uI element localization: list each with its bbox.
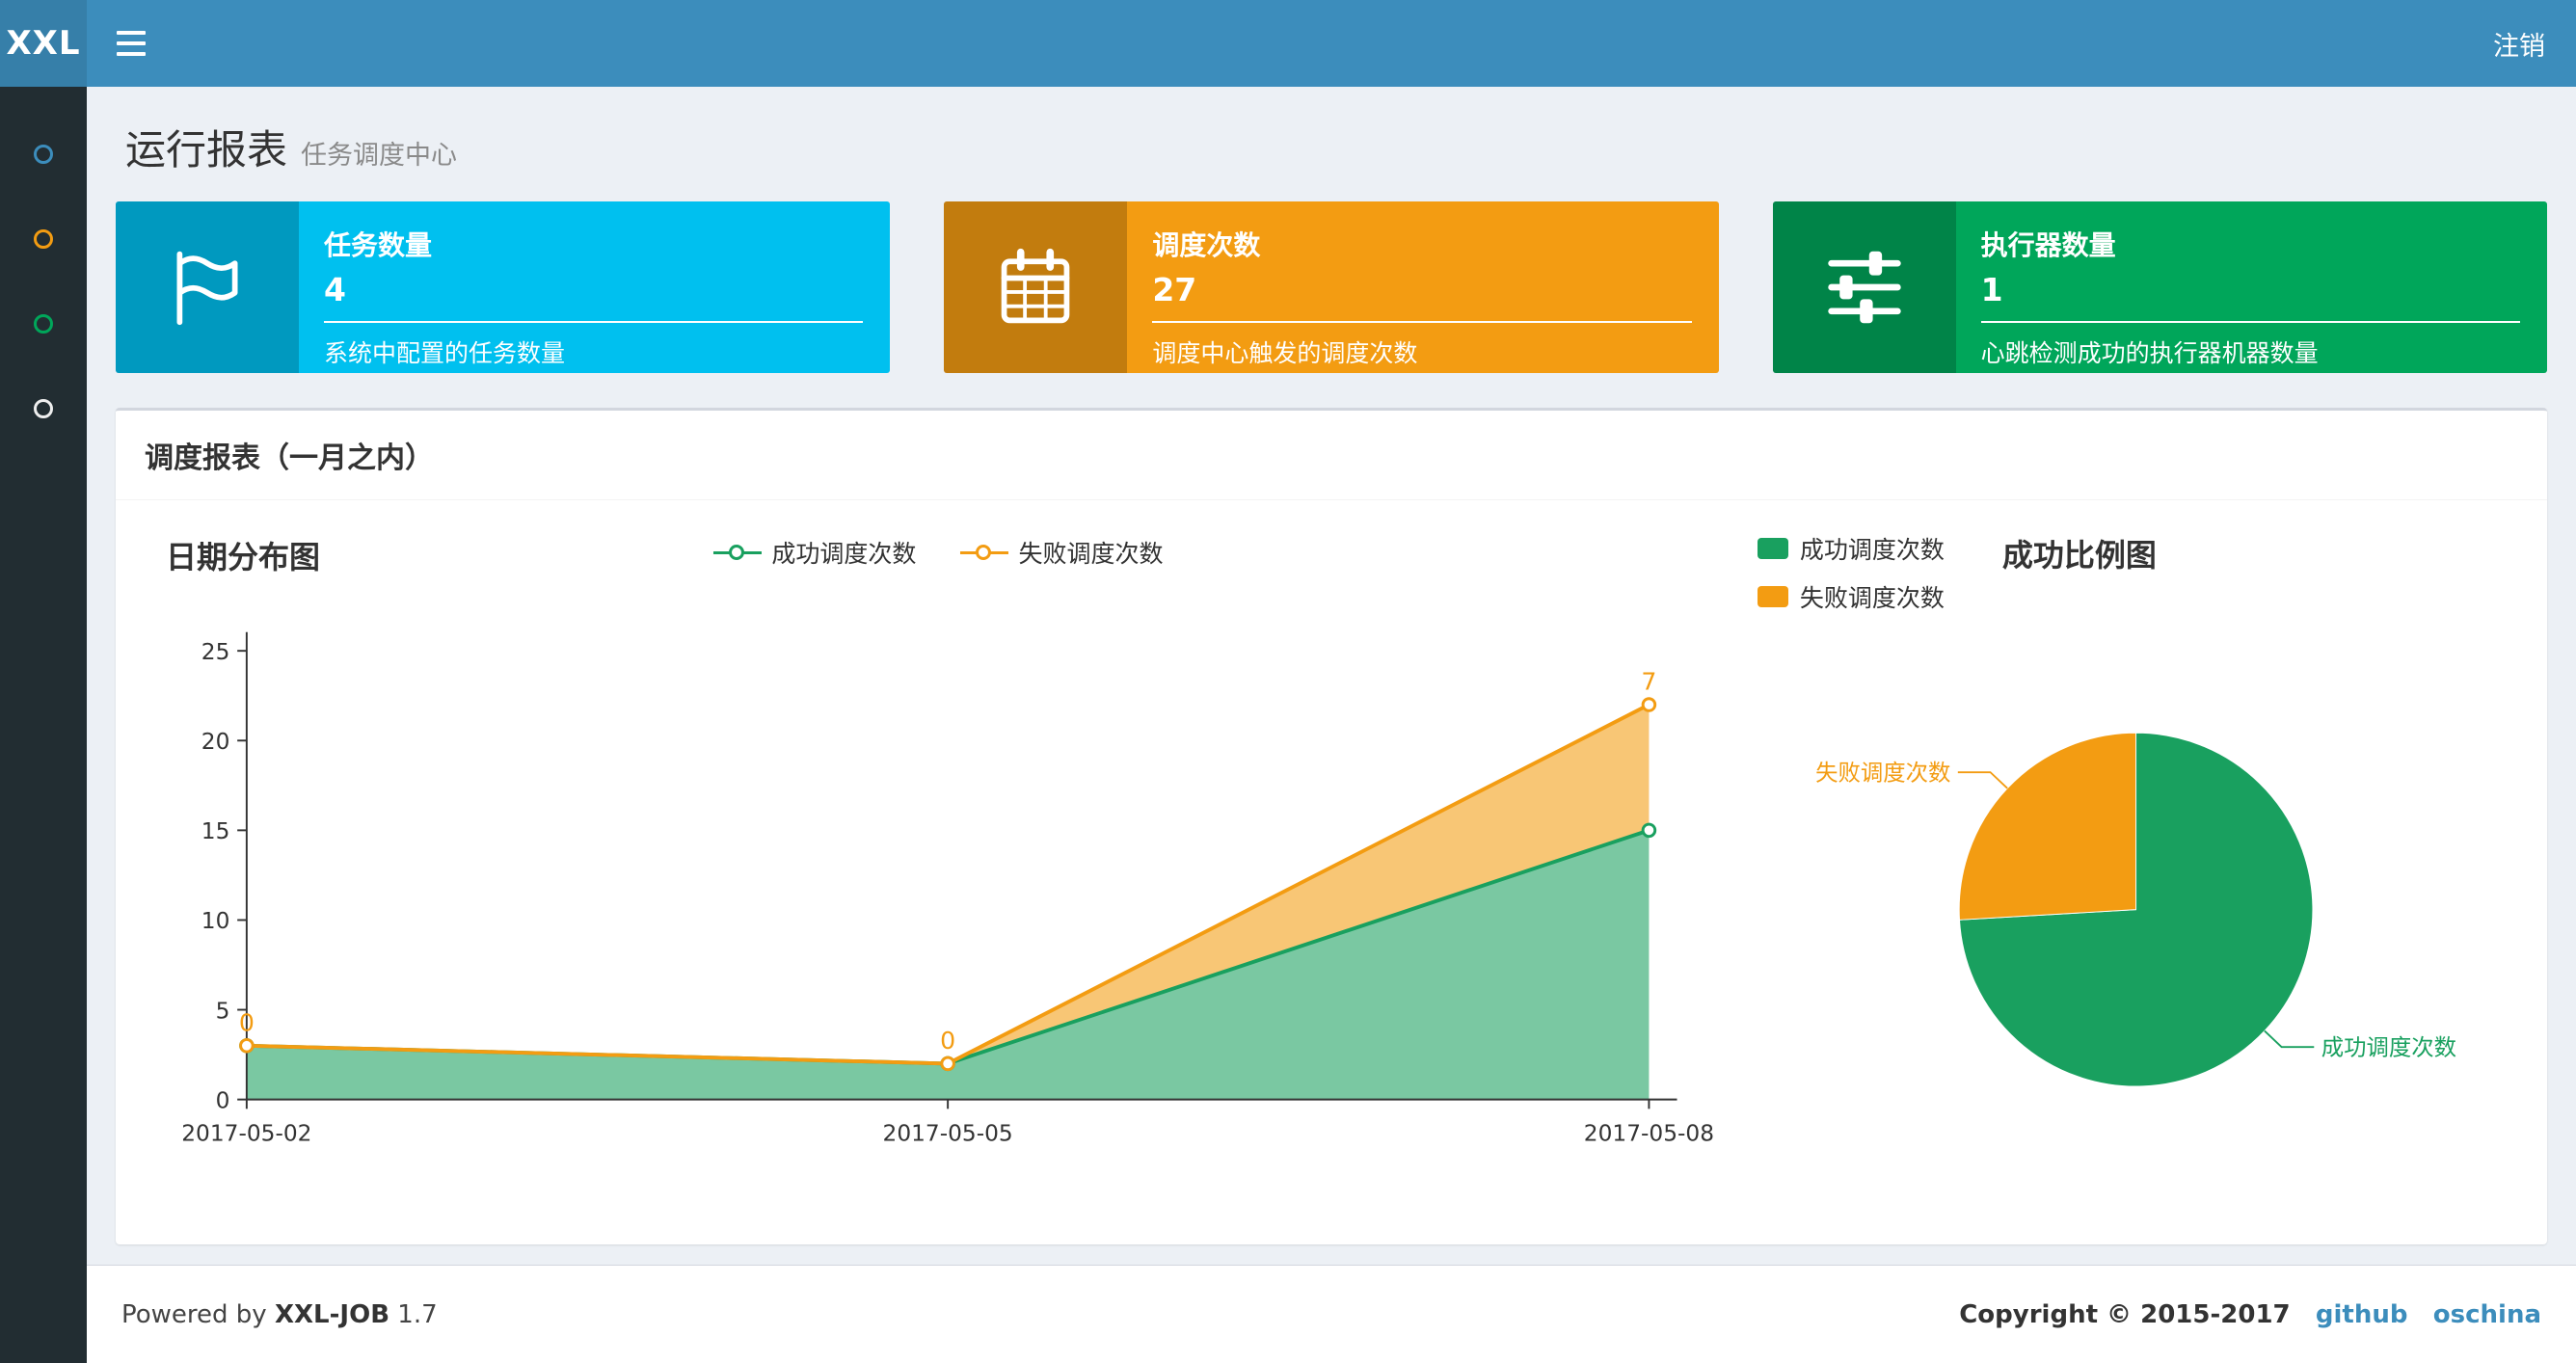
sidebar-item-2[interactable] — [0, 281, 87, 366]
success-ratio-chart: 成功调度次数 失败调度次数 — [1815, 732, 2456, 1087]
legend-swatch-icon — [1757, 538, 1788, 559]
circle-icon — [34, 229, 53, 249]
content-header: 运行报表 任务调度中心 — [116, 87, 2547, 201]
info-box-desc: 系统中配置的任务数量 — [324, 339, 566, 367]
calendar-icon — [944, 201, 1128, 373]
info-box-divider — [1980, 321, 2520, 323]
info-box-executors: 执行器数量 1 心跳检测成功的执行器机器数量 — [1772, 201, 2547, 373]
svg-text:2017-05-02: 2017-05-02 — [181, 1120, 311, 1146]
info-box-desc: 调度中心触发的调度次数 — [1152, 339, 1418, 367]
navbar: 注销 — [87, 0, 2576, 87]
circle-icon — [34, 399, 53, 418]
report-panel: 调度报表（一月之内） 日期分布图 成功调度次数 失败调度次数 0 5 10 15… — [116, 408, 2547, 1244]
app-logo[interactable]: XXL — [0, 0, 87, 87]
info-box-title: 执行器数量 — [1980, 229, 2116, 261]
svg-text:15: 15 — [201, 818, 230, 844]
github-link[interactable]: github — [2316, 1300, 2408, 1329]
svg-text:7: 7 — [1641, 668, 1656, 696]
info-box-tasks: 任务数量 4 系统中配置的任务数量 — [116, 201, 891, 373]
sidebar-item-3[interactable] — [0, 366, 87, 451]
svg-text:0: 0 — [216, 1087, 230, 1113]
sliders-icon — [1772, 201, 1956, 373]
pie-legend-item-fail[interactable]: 失败调度次数 — [1757, 579, 1945, 614]
success-ratio-section: 成功调度次数 失败调度次数 成功比例图 成功调度次数 失败调度次数 — [1736, 516, 2522, 1212]
svg-text:5: 5 — [216, 998, 230, 1024]
pie-chart-title: 成功比例图 — [2001, 537, 2157, 574]
page-title: 运行报表 — [125, 126, 288, 174]
legend-item-success[interactable]: 成功调度次数 — [713, 535, 916, 570]
logout-link[interactable]: 注销 — [2493, 25, 2545, 63]
pie-legend-item-success[interactable]: 成功调度次数 — [1757, 531, 1945, 566]
sidebar-item-1[interactable] — [0, 197, 87, 281]
svg-text:10: 10 — [201, 908, 230, 934]
svg-text:25: 25 — [201, 639, 230, 665]
info-box-title: 调度次数 — [1152, 229, 1261, 261]
legend-line-marker — [713, 544, 763, 561]
svg-text:失败调度次数: 失败调度次数 — [1815, 760, 1950, 787]
svg-text:2017-05-05: 2017-05-05 — [883, 1120, 1013, 1146]
page-subtitle: 任务调度中心 — [301, 141, 458, 171]
circle-icon — [34, 145, 53, 164]
info-box-row: 任务数量 4 系统中配置的任务数量 调度次数 27 调度中心触发的调度次数 执行… — [116, 201, 2547, 373]
app-footer: Powered by XXL-JOB 1.7 Copyright © 2015-… — [87, 1265, 2576, 1363]
legend-label: 成功调度次数 — [1799, 536, 1945, 564]
legend-swatch-icon — [1757, 586, 1788, 607]
svg-text:成功调度次数: 成功调度次数 — [2321, 1034, 2456, 1061]
copyright-text: Copyright © 2015-2017 — [1959, 1299, 2291, 1329]
date-distribution-chart: 05101520252017-05-02 2017-05-05 2017-05-08… — [181, 631, 1714, 1146]
legend-label: 失败调度次数 — [1799, 584, 1945, 612]
version-text: 1.7 — [397, 1299, 438, 1329]
info-box-value: 27 — [1152, 271, 1197, 308]
circle-icon — [34, 314, 53, 334]
panel-title: 调度报表（一月之内） — [116, 411, 2547, 500]
legend-item-fail[interactable]: 失败调度次数 — [960, 535, 1163, 570]
legend-label: 成功调度次数 — [771, 540, 917, 568]
app-header: XXL 注销 — [0, 0, 2576, 87]
menu-bars-icon — [117, 31, 146, 35]
info-box-title: 任务数量 — [324, 229, 433, 261]
info-box-triggers: 调度次数 27 调度中心触发的调度次数 — [944, 201, 1719, 373]
line-chart-legend: 成功调度次数 失败调度次数 — [713, 535, 1163, 570]
product-name: XXL-JOB — [274, 1299, 390, 1329]
sidebar-toggle-button[interactable] — [87, 0, 175, 87]
flag-icon — [116, 201, 299, 373]
content-area: 运行报表 任务调度中心 任务数量 4 系统中配置的任务数量 调度次数 27 调度… — [87, 87, 2576, 1265]
legend-line-marker — [960, 544, 1009, 561]
info-box-divider — [324, 321, 864, 323]
svg-text:20: 20 — [201, 729, 230, 755]
legend-label: 失败调度次数 — [1018, 540, 1164, 568]
svg-text:0: 0 — [940, 1027, 955, 1055]
sidebar-item-0[interactable] — [0, 112, 87, 197]
svg-text:2017-05-08: 2017-05-08 — [1584, 1120, 1714, 1146]
powered-by-text: Powered by XXL-JOB 1.7 — [121, 1299, 438, 1329]
info-box-divider — [1152, 321, 1692, 323]
info-box-value: 4 — [324, 271, 346, 308]
info-box-desc: 心跳检测成功的执行器机器数量 — [1980, 339, 2319, 367]
oschina-link[interactable]: oschina — [2433, 1300, 2541, 1329]
svg-text:0: 0 — [239, 1008, 255, 1036]
sidebar-nav — [0, 87, 87, 1363]
line-chart-title: 日期分布图 — [166, 539, 321, 575]
date-distribution-section: 日期分布图 成功调度次数 失败调度次数 0 5 10 15 20 25 2017-05-02… — [141, 516, 1736, 1212]
pie-chart-legend: 成功调度次数 失败调度次数 — [1757, 531, 1945, 614]
info-box-value: 1 — [1980, 271, 2003, 308]
